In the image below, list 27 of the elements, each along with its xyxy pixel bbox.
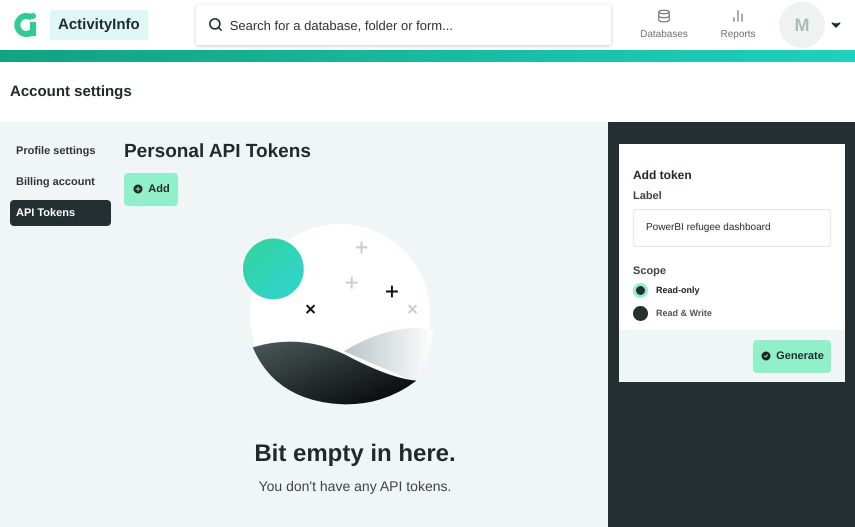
radio-button[interactable] xyxy=(633,283,648,298)
radio-label: Read & Write xyxy=(656,306,712,320)
check-icon xyxy=(760,350,772,362)
field-label: Label xyxy=(633,189,663,204)
sidebar-item[interactable]: Billing account xyxy=(10,169,111,195)
search-field[interactable]: Search for a database, folder or form... xyxy=(196,5,611,45)
page-title: Account settings xyxy=(10,82,132,102)
search-icon xyxy=(208,17,223,32)
add-button[interactable]: Add xyxy=(124,172,178,206)
logo-icon xyxy=(12,12,38,38)
plus-icon xyxy=(132,183,144,195)
database-icon xyxy=(657,8,671,22)
radio-label: Read-only xyxy=(656,284,700,297)
card-title: Add token xyxy=(633,167,693,184)
sidebar-item[interactable]: API Tokens xyxy=(10,200,111,226)
bar-chart-icon xyxy=(731,8,745,22)
sidebar-item[interactable]: Profile settings xyxy=(10,138,111,164)
section-title: Personal API Tokens xyxy=(124,140,312,164)
brand-name: ActivityInfo xyxy=(50,10,148,40)
empty-text: You don't have any API tokens. xyxy=(258,476,452,496)
scope-label: Scope xyxy=(633,264,668,278)
label-field[interactable]: PowerBI refugee dashboard xyxy=(633,208,831,246)
generate-button[interactable]: Generate xyxy=(753,340,831,372)
empty-title: Bit empty in here. xyxy=(254,438,456,468)
nav-link[interactable]: Reports xyxy=(701,8,775,42)
radio-button[interactable] xyxy=(633,306,648,321)
nav-link[interactable]: Databases xyxy=(627,8,701,42)
